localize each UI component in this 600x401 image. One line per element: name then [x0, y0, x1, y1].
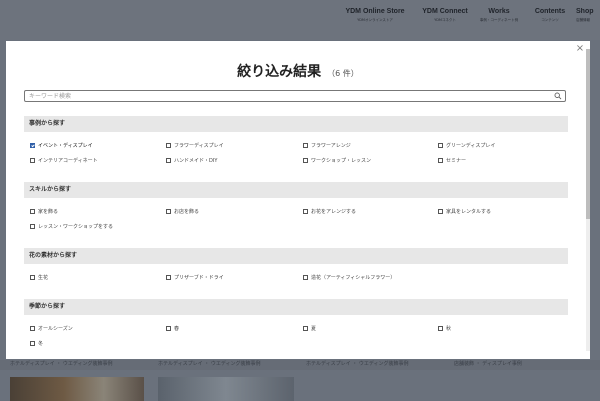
section-heading-case: 事例から探す	[24, 116, 568, 132]
background-card-image[interactable]	[158, 377, 294, 401]
nav-shop[interactable]: Shop 店舗情報	[576, 8, 600, 23]
checkbox[interactable]	[438, 208, 443, 214]
filter-option-interior[interactable]: インテリアコーディネート	[30, 156, 98, 164]
background-card-caption: ホテルディスプレイ ・ ウエディング装飾事例	[10, 361, 113, 367]
checkbox[interactable]	[438, 142, 443, 148]
checkbox[interactable]	[30, 142, 35, 148]
site-header: YDM Online Store YDMオンラインストア YDM Connect…	[0, 0, 600, 40]
keyword-search-input[interactable]	[29, 91, 549, 101]
checkbox[interactable]	[303, 325, 308, 331]
filter-option-flower-arrange[interactable]: フラワーアレンジ	[303, 141, 351, 149]
close-icon[interactable]: ×	[575, 44, 585, 54]
checkbox[interactable]	[303, 157, 308, 163]
filter-option-seminar[interactable]: セミナー	[438, 156, 466, 164]
filter-option-event-display[interactable]: イベント・ディスプレイ	[30, 141, 93, 149]
background-card-caption: 店舗装飾 ・ ディスプレイ事例	[454, 361, 522, 367]
checkbox[interactable]	[30, 340, 35, 346]
filter-option-hold-lesson[interactable]: レッスン・ワークショップをする	[30, 222, 113, 230]
checkbox[interactable]	[303, 142, 308, 148]
checkbox[interactable]	[166, 157, 171, 163]
filter-option-arrange-flowers[interactable]: お花をアレンジする	[303, 207, 356, 215]
filter-option-artificial[interactable]: 造花（アーティフィシャルフラワー）	[303, 273, 395, 281]
checkbox[interactable]	[30, 157, 35, 163]
checkbox[interactable]	[30, 325, 35, 331]
checkbox[interactable]	[166, 142, 171, 148]
search-icon[interactable]	[554, 92, 562, 100]
checkbox[interactable]	[166, 325, 171, 331]
background-card-caption: ホテルディスプレイ ・ ウエディング装飾事例	[158, 361, 261, 367]
background-card-image[interactable]	[10, 377, 144, 401]
section-heading-season: 季節から探す	[24, 299, 568, 315]
filter-modal: × 絞り込み結果（6 件） 事例から探す イベント・ディスプレイ フラワーディス…	[6, 41, 590, 359]
nav-connect[interactable]: YDM Connect YDMコネクト	[416, 8, 474, 23]
filter-option-preserved[interactable]: プリザーブド・ドライ	[166, 273, 224, 281]
filter-option-decorate-home[interactable]: 家を飾る	[30, 207, 58, 215]
checkbox[interactable]	[438, 325, 443, 331]
filter-option-flower-display[interactable]: フラワーディスプレイ	[166, 141, 224, 149]
section-heading-material: 花の素材から探す	[24, 248, 568, 264]
checkbox[interactable]	[30, 208, 35, 214]
nav-contents[interactable]: Contents コンテンツ	[528, 8, 572, 23]
modal-title: 絞り込み結果 （6 件）	[237, 64, 359, 80]
filter-option-spring[interactable]: 春	[166, 324, 179, 332]
nav-online-store[interactable]: YDM Online Store YDMオンラインストア	[340, 8, 410, 23]
filter-option-green-display[interactable]: グリーンディスプレイ	[438, 141, 495, 149]
filter-option-handmade[interactable]: ハンドメイド・DIY	[166, 156, 217, 164]
background-card-caption: ホテルディスプレイ ・ ウエディング装飾事例	[306, 361, 409, 367]
filter-option-summer[interactable]: 夏	[303, 324, 316, 332]
filter-option-fresh-flower[interactable]: 生花	[30, 273, 48, 281]
checkbox[interactable]	[30, 223, 35, 229]
nav-works[interactable]: Works 事例・コーディネート例	[474, 8, 524, 23]
result-count: （6 件）	[327, 69, 359, 78]
section-heading-skill: スキルから探す	[24, 182, 568, 198]
search-box	[24, 90, 566, 102]
filter-option-decorate-shop[interactable]: お店を飾る	[166, 207, 199, 215]
filter-option-rent-furniture[interactable]: 家具をレンタルする	[438, 207, 491, 215]
checkbox[interactable]	[438, 157, 443, 163]
checkbox[interactable]	[166, 274, 171, 280]
filter-option-all-season[interactable]: オールシーズン	[30, 324, 73, 332]
checkbox[interactable]	[166, 208, 171, 214]
checkbox[interactable]	[303, 274, 308, 280]
filter-option-winter[interactable]: 冬	[30, 339, 43, 347]
filter-option-workshop[interactable]: ワークショップ・レッスン	[303, 156, 371, 164]
checkbox[interactable]	[30, 274, 35, 280]
filter-option-autumn[interactable]: 秋	[438, 324, 451, 332]
checkbox[interactable]	[303, 208, 308, 214]
